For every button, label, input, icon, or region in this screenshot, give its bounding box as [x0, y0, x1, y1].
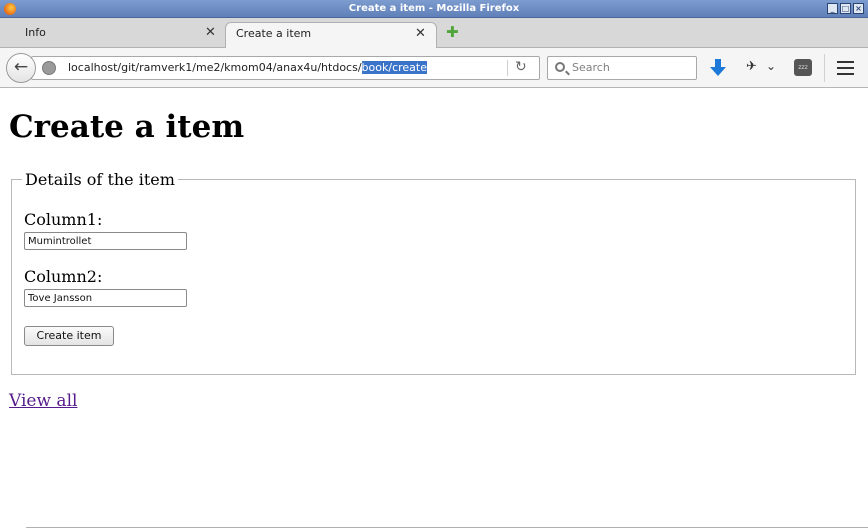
window-controls: _ □ ×	[827, 3, 864, 14]
create-item-button[interactable]: Create item	[24, 326, 114, 346]
chevron-down-icon[interactable]: ⌄	[766, 59, 776, 73]
navigation-bar: localhost/git/ramverk1/me2/kmom04/anax4u…	[0, 48, 868, 88]
search-icon	[555, 62, 565, 72]
url-divider	[507, 60, 508, 76]
search-placeholder: Search	[572, 61, 610, 74]
new-tab-icon[interactable]: ✚	[446, 23, 459, 41]
url-bar[interactable]: localhost/git/ramverk1/me2/kmom04/anax4u…	[31, 56, 540, 80]
item-details-fieldset: Details of the item Column1: Column2: Cr…	[11, 170, 856, 375]
fieldset-legend: Details of the item	[22, 170, 178, 190]
view-all-link[interactable]: View all	[9, 391, 77, 411]
url-text[interactable]: localhost/git/ramverk1/me2/kmom04/anax4u…	[68, 61, 427, 74]
hamburger-menu-icon[interactable]	[837, 61, 854, 75]
page-content: Create a item Details of the item Column…	[0, 89, 868, 531]
window-title: Create a item - Mozilla Firefox	[348, 3, 520, 14]
tray-icon[interactable]: zzz	[794, 59, 812, 76]
close-icon[interactable]: ✕	[415, 23, 426, 45]
tab-strip: Info ✕ Create a item ✕ ✚	[0, 18, 868, 49]
extension-icon[interactable]: ✈	[746, 59, 757, 74]
tab-info[interactable]: Info ✕	[0, 22, 222, 48]
firefox-icon	[4, 3, 16, 15]
column2-label: Column2:	[24, 267, 103, 286]
toolbar-divider	[824, 54, 825, 82]
status-divider	[26, 527, 868, 528]
download-icon[interactable]	[710, 59, 726, 77]
window-titlebar: Create a item - Mozilla Firefox _ □ ×	[0, 0, 868, 18]
url-prefix: localhost/git/ramverk1/me2/kmom04/anax4u…	[68, 61, 362, 74]
page-title: Create a item	[9, 109, 245, 145]
maximize-button[interactable]: □	[840, 3, 851, 14]
search-input[interactable]: Search	[547, 56, 697, 80]
tab-label: Info	[25, 26, 46, 39]
close-icon[interactable]: ✕	[205, 22, 216, 44]
window-close-button[interactable]: ×	[853, 3, 864, 14]
tab-label: Create a item	[236, 27, 312, 40]
tab-create-item[interactable]: Create a item ✕	[225, 22, 437, 49]
reload-icon[interactable]: ↻	[515, 59, 527, 75]
minimize-button[interactable]: _	[827, 3, 838, 14]
column1-input[interactable]	[24, 232, 187, 250]
column2-input[interactable]	[24, 289, 187, 307]
column1-label: Column1:	[24, 210, 103, 229]
url-selected-text: book/create	[361, 61, 427, 74]
globe-icon	[42, 61, 56, 75]
back-arrow-icon[interactable]: ←	[6, 53, 36, 83]
